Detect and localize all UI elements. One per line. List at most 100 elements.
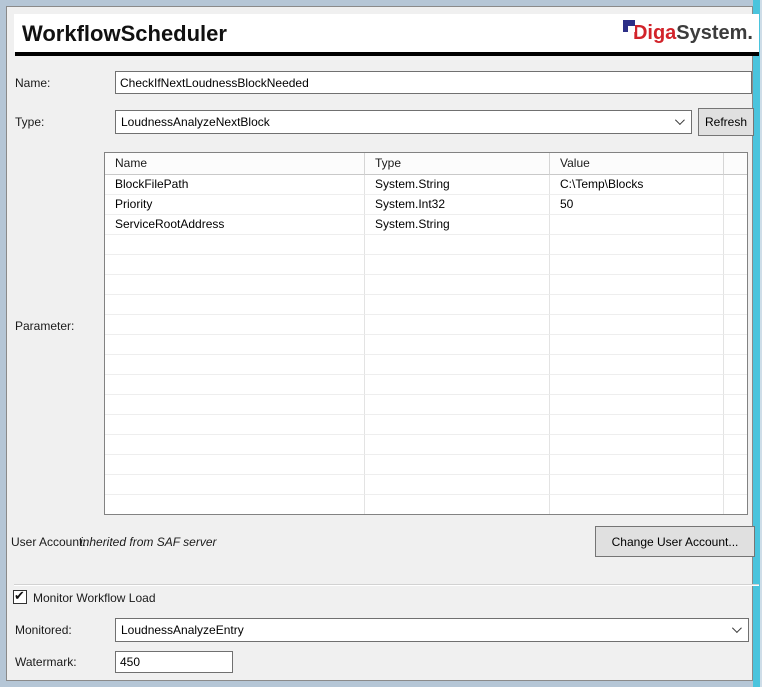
table-row[interactable] (105, 455, 747, 475)
table-row[interactable] (105, 235, 747, 255)
table-cell (365, 335, 550, 355)
column-header-name[interactable]: Name (105, 153, 365, 175)
table-cell (550, 255, 724, 275)
table-cell: Priority (105, 195, 365, 215)
column-header-value[interactable]: Value (550, 153, 724, 175)
table-cell (365, 475, 550, 495)
monitor-workflow-load-checkbox[interactable]: ✔ (13, 590, 27, 604)
table-row[interactable]: BlockFilePathSystem.StringC:\Temp\Blocks (105, 175, 747, 195)
table-cell (724, 315, 747, 335)
table-row[interactable] (105, 415, 747, 435)
table-cell (550, 375, 724, 395)
parameter-table[interactable]: Name Type Value BlockFilePathSystem.Stri… (104, 152, 748, 515)
table-cell (105, 355, 365, 375)
header-divider (15, 52, 759, 56)
table-cell (724, 175, 747, 195)
table-cell (550, 335, 724, 355)
table-cell (550, 215, 724, 235)
table-cell (550, 435, 724, 455)
table-cell: 50 (550, 195, 724, 215)
table-row[interactable] (105, 495, 747, 515)
table-cell: C:\Temp\Blocks (550, 175, 724, 195)
table-cell (724, 375, 747, 395)
table-cell (105, 315, 365, 335)
chevron-down-icon (675, 115, 685, 125)
table-cell (724, 215, 747, 235)
parameter-label: Parameter: (15, 319, 74, 333)
table-cell (105, 435, 365, 455)
table-row[interactable] (105, 275, 747, 295)
table-cell (724, 295, 747, 315)
table-cell (550, 455, 724, 475)
refresh-button[interactable]: Refresh (698, 108, 754, 136)
logo-system-text: System. (676, 22, 753, 44)
table-cell (105, 295, 365, 315)
table-cell (105, 495, 365, 515)
watermark-label: Watermark: (15, 655, 77, 669)
name-input[interactable] (115, 71, 752, 94)
watermark-input[interactable] (115, 651, 233, 673)
table-row[interactable] (105, 355, 747, 375)
table-cell (365, 255, 550, 275)
parameter-table-body: BlockFilePathSystem.StringC:\Temp\Blocks… (105, 175, 747, 515)
table-cell (550, 415, 724, 435)
table-cell (724, 235, 747, 255)
type-combobox-value: LoudnessAnalyzeNextBlock (121, 115, 270, 129)
monitored-combobox-value: LoudnessAnalyzeEntry (121, 623, 244, 637)
table-cell: System.Int32 (365, 195, 550, 215)
table-cell (724, 475, 747, 495)
table-cell (365, 275, 550, 295)
monitored-label: Monitored: (15, 623, 72, 637)
page-title: WorkflowScheduler (22, 21, 227, 47)
change-user-account-button[interactable]: Change User Account... (595, 526, 755, 557)
table-cell (550, 275, 724, 295)
table-row[interactable] (105, 375, 747, 395)
table-cell (365, 355, 550, 375)
table-cell (550, 475, 724, 495)
table-row[interactable] (105, 435, 747, 455)
monitored-combobox[interactable]: LoudnessAnalyzeEntry (115, 618, 749, 642)
table-cell (550, 395, 724, 415)
digasystem-logo: DigaSystem. (623, 22, 753, 45)
table-cell (105, 335, 365, 355)
table-cell (550, 495, 724, 515)
chevron-down-icon (732, 623, 742, 633)
table-cell: System.String (365, 175, 550, 195)
checkmark-icon: ✔ (14, 589, 25, 603)
table-cell (365, 395, 550, 415)
table-cell: System.String (365, 215, 550, 235)
table-row[interactable] (105, 255, 747, 275)
table-cell: BlockFilePath (105, 175, 365, 195)
table-cell (724, 255, 747, 275)
table-cell (365, 375, 550, 395)
table-cell: ServiceRootAddress (105, 215, 365, 235)
table-cell (105, 415, 365, 435)
table-cell (365, 315, 550, 335)
table-cell (365, 415, 550, 435)
table-row[interactable] (105, 475, 747, 495)
table-cell (105, 275, 365, 295)
section-divider (14, 584, 759, 586)
table-cell (365, 295, 550, 315)
table-cell (550, 315, 724, 335)
type-combobox[interactable]: LoudnessAnalyzeNextBlock (115, 110, 692, 134)
table-cell (724, 355, 747, 375)
table-row[interactable] (105, 395, 747, 415)
table-cell (365, 435, 550, 455)
table-cell (724, 455, 747, 475)
column-header-blank (724, 153, 747, 175)
table-cell (105, 375, 365, 395)
table-cell (724, 395, 747, 415)
table-row[interactable] (105, 335, 747, 355)
table-cell (724, 195, 747, 215)
table-row[interactable]: PrioritySystem.Int3250 (105, 195, 747, 215)
table-row[interactable] (105, 295, 747, 315)
user-account-value: inherited from SAF server (80, 535, 217, 549)
column-header-type[interactable]: Type (365, 153, 550, 175)
user-account-label: User Account: (11, 535, 86, 549)
table-row[interactable]: ServiceRootAddressSystem.String (105, 215, 747, 235)
table-cell (105, 255, 365, 275)
table-cell (724, 415, 747, 435)
table-row[interactable] (105, 315, 747, 335)
table-cell (550, 295, 724, 315)
